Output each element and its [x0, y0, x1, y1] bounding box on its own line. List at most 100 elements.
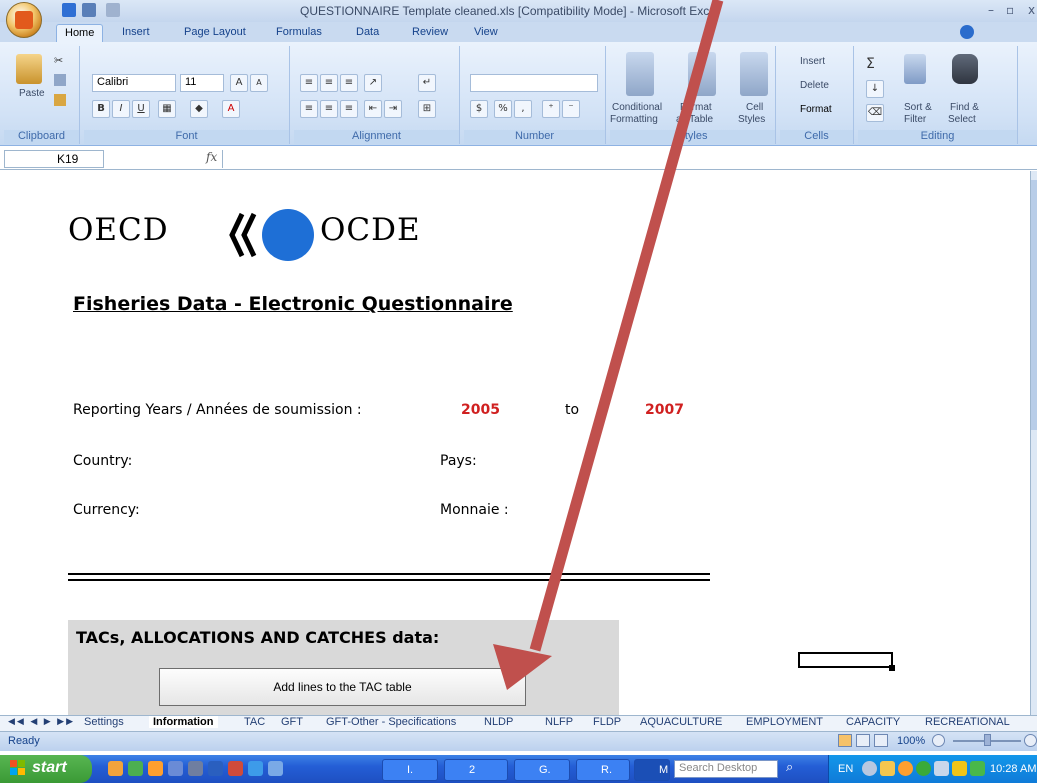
format-as-label[interactable]: Format [680, 102, 712, 113]
desktop-search-input[interactable]: Search Desktop [674, 760, 778, 778]
ie-quicklaunch-icon[interactable] [248, 761, 263, 776]
taskbar-button[interactable]: I. [382, 759, 438, 781]
decrease-indent-icon[interactable]: ⇤ [364, 100, 382, 118]
cell-styles-label[interactable]: Styles [738, 114, 765, 125]
align-right-icon[interactable]: ≡ [340, 100, 358, 118]
font-name-select[interactable]: Calibri [92, 74, 176, 92]
normal-view-icon[interactable] [838, 734, 852, 747]
quicklaunch-icon[interactable] [228, 761, 243, 776]
font-color-icon[interactable]: A [222, 100, 240, 118]
insert-cells-button[interactable]: Insert [800, 56, 825, 67]
orientation-icon[interactable]: ↗ [364, 74, 382, 92]
filter-label[interactable]: Filter [904, 114, 926, 125]
zoom-slider-thumb[interactable] [984, 734, 991, 746]
bold-button[interactable]: B [92, 100, 110, 118]
save-icon[interactable] [62, 3, 76, 17]
delete-cells-button[interactable]: Delete [800, 80, 829, 91]
format-painter-icon[interactable] [54, 94, 66, 106]
fill-handle[interactable] [889, 665, 895, 671]
taskbar-button[interactable]: 2 [444, 759, 508, 781]
zoom-in-icon[interactable] [1024, 734, 1037, 747]
zoom-out-icon[interactable] [932, 734, 945, 747]
formula-input[interactable] [222, 150, 1028, 168]
tab-insert[interactable]: Insert [114, 24, 158, 42]
copy-icon[interactable] [54, 74, 66, 86]
format-cells-button[interactable]: Format [800, 104, 832, 115]
redo-icon[interactable] [106, 3, 120, 17]
taskbar-button[interactable]: G. [514, 759, 570, 781]
fill-color-icon[interactable]: ◆ [190, 100, 208, 118]
paste-icon[interactable] [16, 54, 42, 84]
paste-button[interactable]: Paste [19, 88, 45, 99]
tab-view[interactable]: View [466, 24, 506, 42]
tray-icon[interactable] [934, 761, 949, 776]
select-label[interactable]: Select [948, 114, 976, 125]
underline-button[interactable]: U [132, 100, 150, 118]
restore-button[interactable]: ▫ [1006, 3, 1014, 17]
tray-icon[interactable] [880, 761, 895, 776]
page-break-view-icon[interactable] [874, 734, 888, 747]
close-button[interactable]: x [1028, 3, 1035, 17]
tab-page-layout[interactable]: Page Layout [176, 24, 254, 42]
clear-icon[interactable]: ⌫ [866, 104, 884, 122]
tray-icon[interactable] [916, 761, 931, 776]
sheet-tab-settings[interactable]: Settings [84, 716, 124, 728]
sheet-tab-employment[interactable]: EMPLOYMENT [746, 716, 823, 728]
zoom-level[interactable]: 100% [897, 735, 925, 747]
minimize-button[interactable]: – [988, 3, 994, 17]
add-tac-lines-button[interactable]: Add lines to the TAC table [159, 668, 526, 706]
binoculars-icon[interactable] [952, 54, 978, 84]
decrease-decimal-icon[interactable]: ⁻ [562, 100, 580, 118]
quicklaunch-icon[interactable] [168, 761, 183, 776]
tab-data[interactable]: Data [348, 24, 387, 42]
sort-filter-icon[interactable] [904, 54, 926, 84]
sheet-tab-tac[interactable]: TAC [244, 716, 265, 728]
align-bottom-icon[interactable]: ≡ [340, 74, 358, 92]
conditional-label[interactable]: Conditional [612, 102, 662, 113]
fill-icon[interactable]: ↓ [866, 80, 884, 98]
tab-home[interactable]: Home [56, 24, 104, 42]
tab-review[interactable]: Review [404, 24, 456, 42]
taskbar-button-active[interactable]: M [634, 759, 670, 781]
autosum-icon[interactable]: Σ [866, 56, 875, 72]
office-button[interactable] [6, 2, 42, 38]
percent-button[interactable]: % [494, 100, 512, 118]
formatting-label[interactable]: Formatting [610, 114, 658, 125]
excel-quicklaunch-icon[interactable] [128, 761, 143, 776]
cut-icon[interactable]: ✂ [54, 54, 66, 67]
sheet-tab-gft-other[interactable]: GFT-Other - Specifications [326, 716, 456, 728]
insert-function-button[interactable]: fx [206, 150, 217, 164]
quicklaunch-icon[interactable] [108, 761, 123, 776]
sheet-tab-capacity[interactable]: CAPACITY [846, 716, 900, 728]
help-quicklaunch-icon[interactable] [208, 761, 223, 776]
align-center-icon[interactable]: ≡ [320, 100, 338, 118]
active-cell-selection[interactable] [798, 652, 893, 668]
border-icon[interactable]: ▦ [158, 100, 176, 118]
tray-icon[interactable] [898, 761, 913, 776]
cell-label[interactable]: Cell [746, 102, 763, 113]
increase-indent-icon[interactable]: ⇥ [384, 100, 402, 118]
number-format-select[interactable] [470, 74, 598, 92]
tray-icon[interactable] [862, 761, 877, 776]
merge-center-icon[interactable]: ⊞ [418, 100, 436, 118]
conditional-formatting-icon[interactable] [626, 52, 654, 96]
grow-font-button[interactable]: A [230, 74, 248, 92]
cell-styles-icon[interactable] [740, 52, 768, 96]
increase-decimal-icon[interactable]: ⁺ [542, 100, 560, 118]
sheet-nav-icons[interactable]: ◀◀ ◀ ▶ ▶▶ [8, 716, 75, 727]
tab-formulas[interactable]: Formulas [268, 24, 330, 42]
undo-icon[interactable] [82, 3, 96, 17]
tray-icon[interactable] [970, 761, 985, 776]
comma-button[interactable]: , [514, 100, 532, 118]
sheet-tab-nldp[interactable]: NLDP [484, 716, 513, 728]
year-from-cell[interactable]: 2005 [461, 402, 500, 418]
page-layout-view-icon[interactable] [856, 734, 870, 747]
name-box[interactable]: K19 [4, 150, 104, 168]
align-middle-icon[interactable]: ≡ [320, 74, 338, 92]
search-icon[interactable]: ⌕ [786, 760, 793, 775]
warning-tray-icon[interactable] [952, 761, 967, 776]
wrap-text-icon[interactable]: ↵ [418, 74, 436, 92]
language-indicator[interactable]: EN [838, 763, 853, 775]
quicklaunch-icon[interactable] [148, 761, 163, 776]
sheet-tab-recreational[interactable]: RECREATIONAL [925, 716, 1010, 728]
